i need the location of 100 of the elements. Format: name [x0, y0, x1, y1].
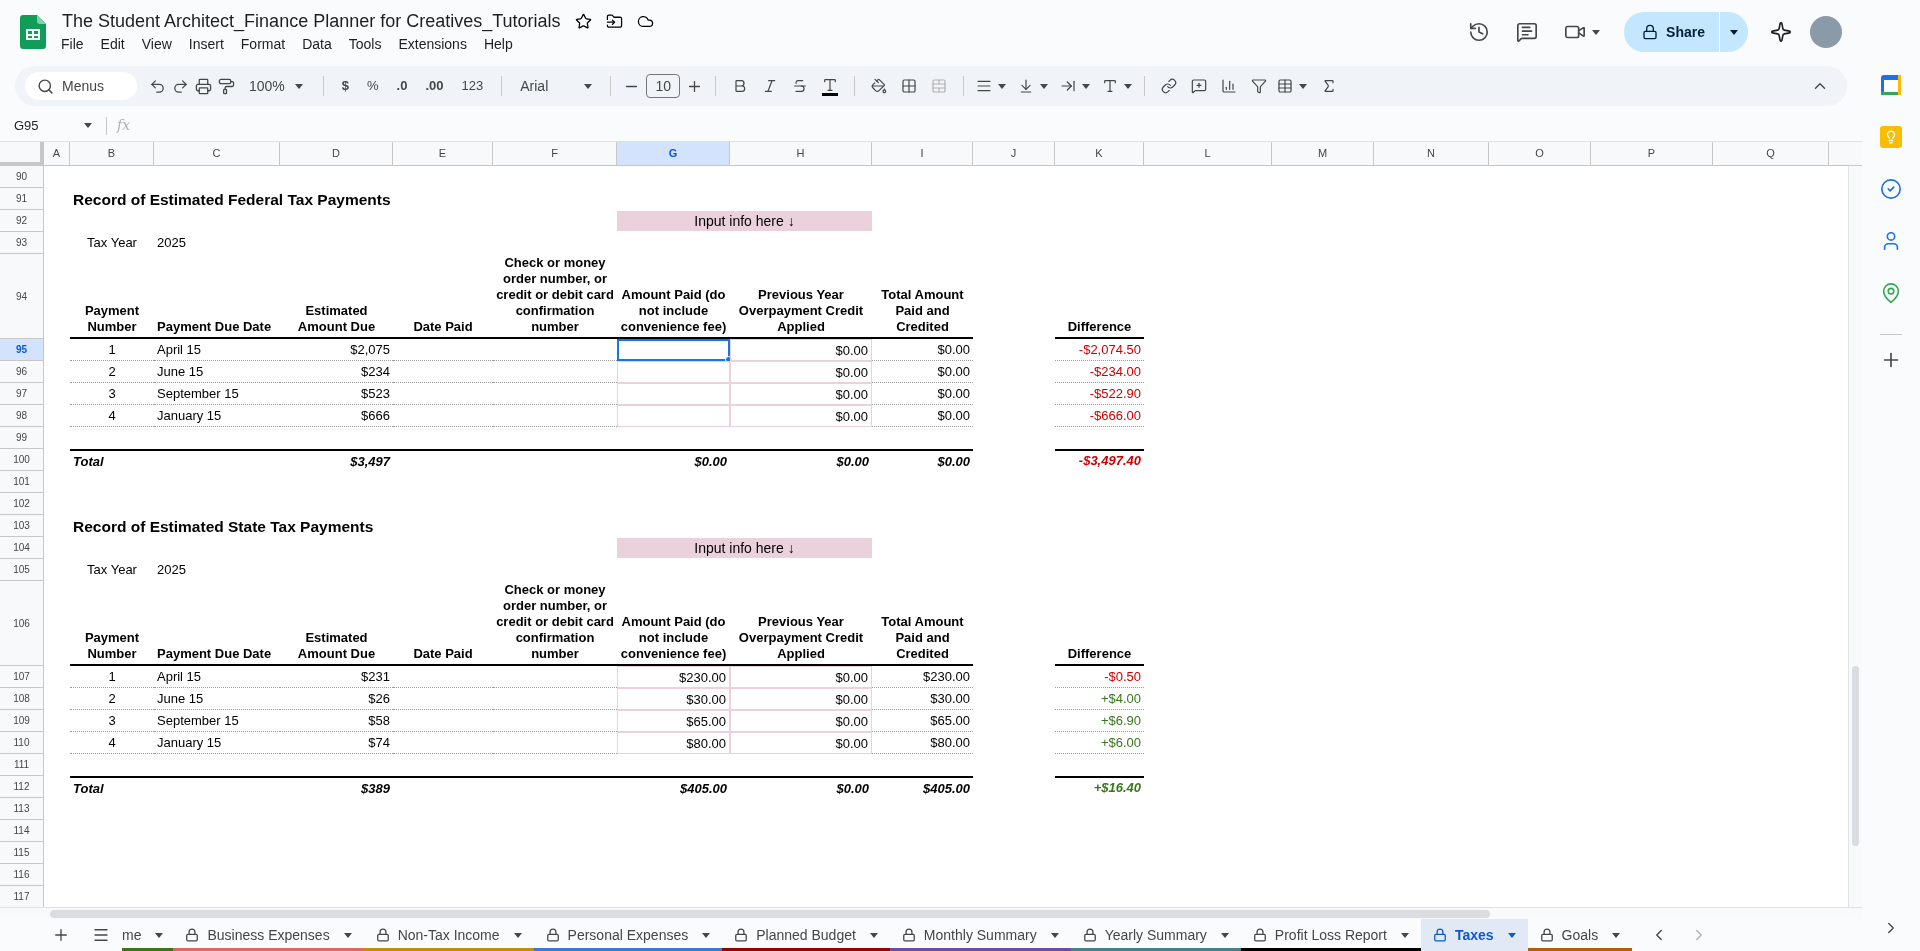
input-cell[interactable]: [617, 405, 730, 427]
row-number[interactable]: 98: [0, 405, 44, 427]
vertical-scrollbar[interactable]: [1852, 666, 1859, 846]
row-number[interactable]: 95: [0, 339, 44, 361]
avatar[interactable]: [1810, 16, 1842, 48]
column-header[interactable]: D: [280, 142, 393, 166]
row-number[interactable]: 106: [0, 581, 44, 666]
sheet-tab[interactable]: Goals: [1527, 919, 1633, 951]
input-cell[interactable]: $80.00: [617, 732, 730, 754]
increase-decimal-button[interactable]: .00: [419, 76, 450, 96]
menus-search-field[interactable]: Menus: [25, 72, 137, 100]
column-header[interactable]: G: [617, 142, 730, 166]
name-box[interactable]: G95: [0, 115, 96, 136]
input-cell[interactable]: $0.00: [730, 405, 872, 427]
zoom-dropdown[interactable]: 100%: [241, 75, 311, 97]
link-icon[interactable]: [1161, 78, 1178, 94]
input-cell[interactable]: $0.00: [730, 688, 872, 710]
print-icon[interactable]: [195, 77, 212, 95]
font-dropdown[interactable]: Arial: [514, 75, 599, 97]
sheet-tab[interactable]: Planned Budget: [722, 919, 890, 951]
row-number[interactable]: 90: [0, 166, 44, 188]
column-header[interactable]: I: [872, 142, 973, 166]
filter-icon[interactable]: [1251, 78, 1268, 94]
column-header[interactable]: A: [44, 142, 70, 166]
row-number[interactable]: 103: [0, 515, 44, 537]
input-cell[interactable]: $0.00: [730, 361, 872, 383]
column-header[interactable]: M: [1272, 142, 1374, 166]
row-number[interactable]: 93: [0, 232, 44, 254]
sheet-tab[interactable]: Non-Tax Income: [363, 919, 534, 951]
insert-comment-icon[interactable]: [1191, 78, 1208, 94]
row-number[interactable]: 109: [0, 710, 44, 732]
row-number[interactable]: 104: [0, 537, 44, 559]
row-number[interactable]: 117: [0, 886, 44, 907]
input-cell[interactable]: $230.00: [617, 666, 730, 688]
column-header[interactable]: H: [730, 142, 872, 166]
percent-button[interactable]: %: [361, 76, 385, 96]
document-title[interactable]: The Student Architect_Finance Planner for Creatives_Tutorials: [62, 9, 561, 33]
row-number[interactable]: 110: [0, 732, 44, 754]
row-number[interactable]: 91: [0, 188, 44, 210]
input-cell[interactable]: [617, 361, 730, 383]
menu-item[interactable]: View: [134, 33, 179, 55]
input-cell[interactable]: $0.00: [730, 339, 872, 361]
menu-item[interactable]: Edit: [93, 33, 132, 55]
text-rotation-icon[interactable]: [1102, 78, 1119, 94]
text-wrap-icon[interactable]: [1060, 78, 1077, 94]
row-number[interactable]: 114: [0, 820, 44, 842]
row-number[interactable]: 101: [0, 471, 44, 493]
column-header[interactable]: L: [1144, 142, 1272, 166]
column-header[interactable]: B: [70, 142, 154, 166]
column-header[interactable]: K: [1055, 142, 1144, 166]
row-number[interactable]: 97: [0, 383, 44, 405]
folder-icon[interactable]: [605, 12, 623, 30]
row-number[interactable]: 100: [0, 449, 44, 471]
sheet-tab[interactable]: Monthly Summary: [889, 919, 1071, 951]
calendar-icon[interactable]: [1880, 74, 1902, 96]
column-header[interactable]: J: [973, 142, 1055, 166]
input-cell[interactable]: $30.00: [617, 688, 730, 710]
table-icon[interactable]: [1277, 78, 1294, 94]
row-number[interactable]: 99: [0, 427, 44, 449]
row-number[interactable]: 94: [0, 254, 44, 339]
currency-button[interactable]: $: [335, 76, 356, 96]
column-header[interactable]: Q: [1713, 142, 1829, 166]
history-icon[interactable]: [1468, 21, 1491, 43]
horizontal-scrollbar[interactable]: [50, 910, 1490, 918]
tasks-icon[interactable]: [1880, 178, 1902, 200]
selected-cell[interactable]: [617, 339, 730, 361]
menu-item[interactable]: Extensions: [391, 33, 474, 55]
menu-item[interactable]: Help: [476, 33, 520, 55]
number-format-button[interactable]: 123: [455, 76, 490, 96]
column-header[interactable]: C: [154, 142, 280, 166]
decrease-decimal-button[interactable]: .0: [390, 76, 414, 96]
menu-item[interactable]: Insert: [181, 33, 231, 55]
column-header[interactable]: O: [1489, 142, 1591, 166]
sheets-logo-icon[interactable]: [20, 15, 46, 49]
input-cell[interactable]: $65.00: [617, 710, 730, 732]
input-cell[interactable]: $0.00: [730, 732, 872, 754]
column-header[interactable]: N: [1374, 142, 1489, 166]
chart-icon[interactable]: [1221, 78, 1238, 94]
merge-cells-icon[interactable]: [931, 78, 948, 94]
fill-color-icon[interactable]: [871, 78, 888, 94]
menu-item[interactable]: File: [54, 33, 91, 55]
row-number[interactable]: 116: [0, 864, 44, 886]
menu-item[interactable]: Tools: [341, 33, 389, 55]
column-header[interactable]: P: [1591, 142, 1713, 166]
fill-handle[interactable]: [725, 356, 732, 363]
sheet-tab[interactable]: Yearly Summary: [1070, 919, 1241, 951]
maps-icon[interactable]: [1880, 282, 1902, 304]
add-sheet-icon[interactable]: [52, 926, 70, 944]
all-sheets-icon[interactable]: [92, 926, 110, 944]
font-size-field[interactable]: 10: [646, 74, 681, 98]
row-number[interactable]: 113: [0, 798, 44, 820]
sheet-tab[interactable]: Business Expenses: [173, 919, 364, 951]
input-cell[interactable]: [617, 383, 730, 405]
align-icon[interactable]: [976, 78, 993, 94]
menu-item[interactable]: Format: [233, 33, 293, 55]
menu-item[interactable]: Data: [295, 33, 339, 55]
comment-icon[interactable]: [1516, 21, 1539, 43]
sheet-tab[interactable]: Personal Expenses: [533, 919, 723, 951]
row-number[interactable]: 96: [0, 361, 44, 383]
sheet-tab[interactable]: Profit Loss Report: [1240, 919, 1421, 951]
